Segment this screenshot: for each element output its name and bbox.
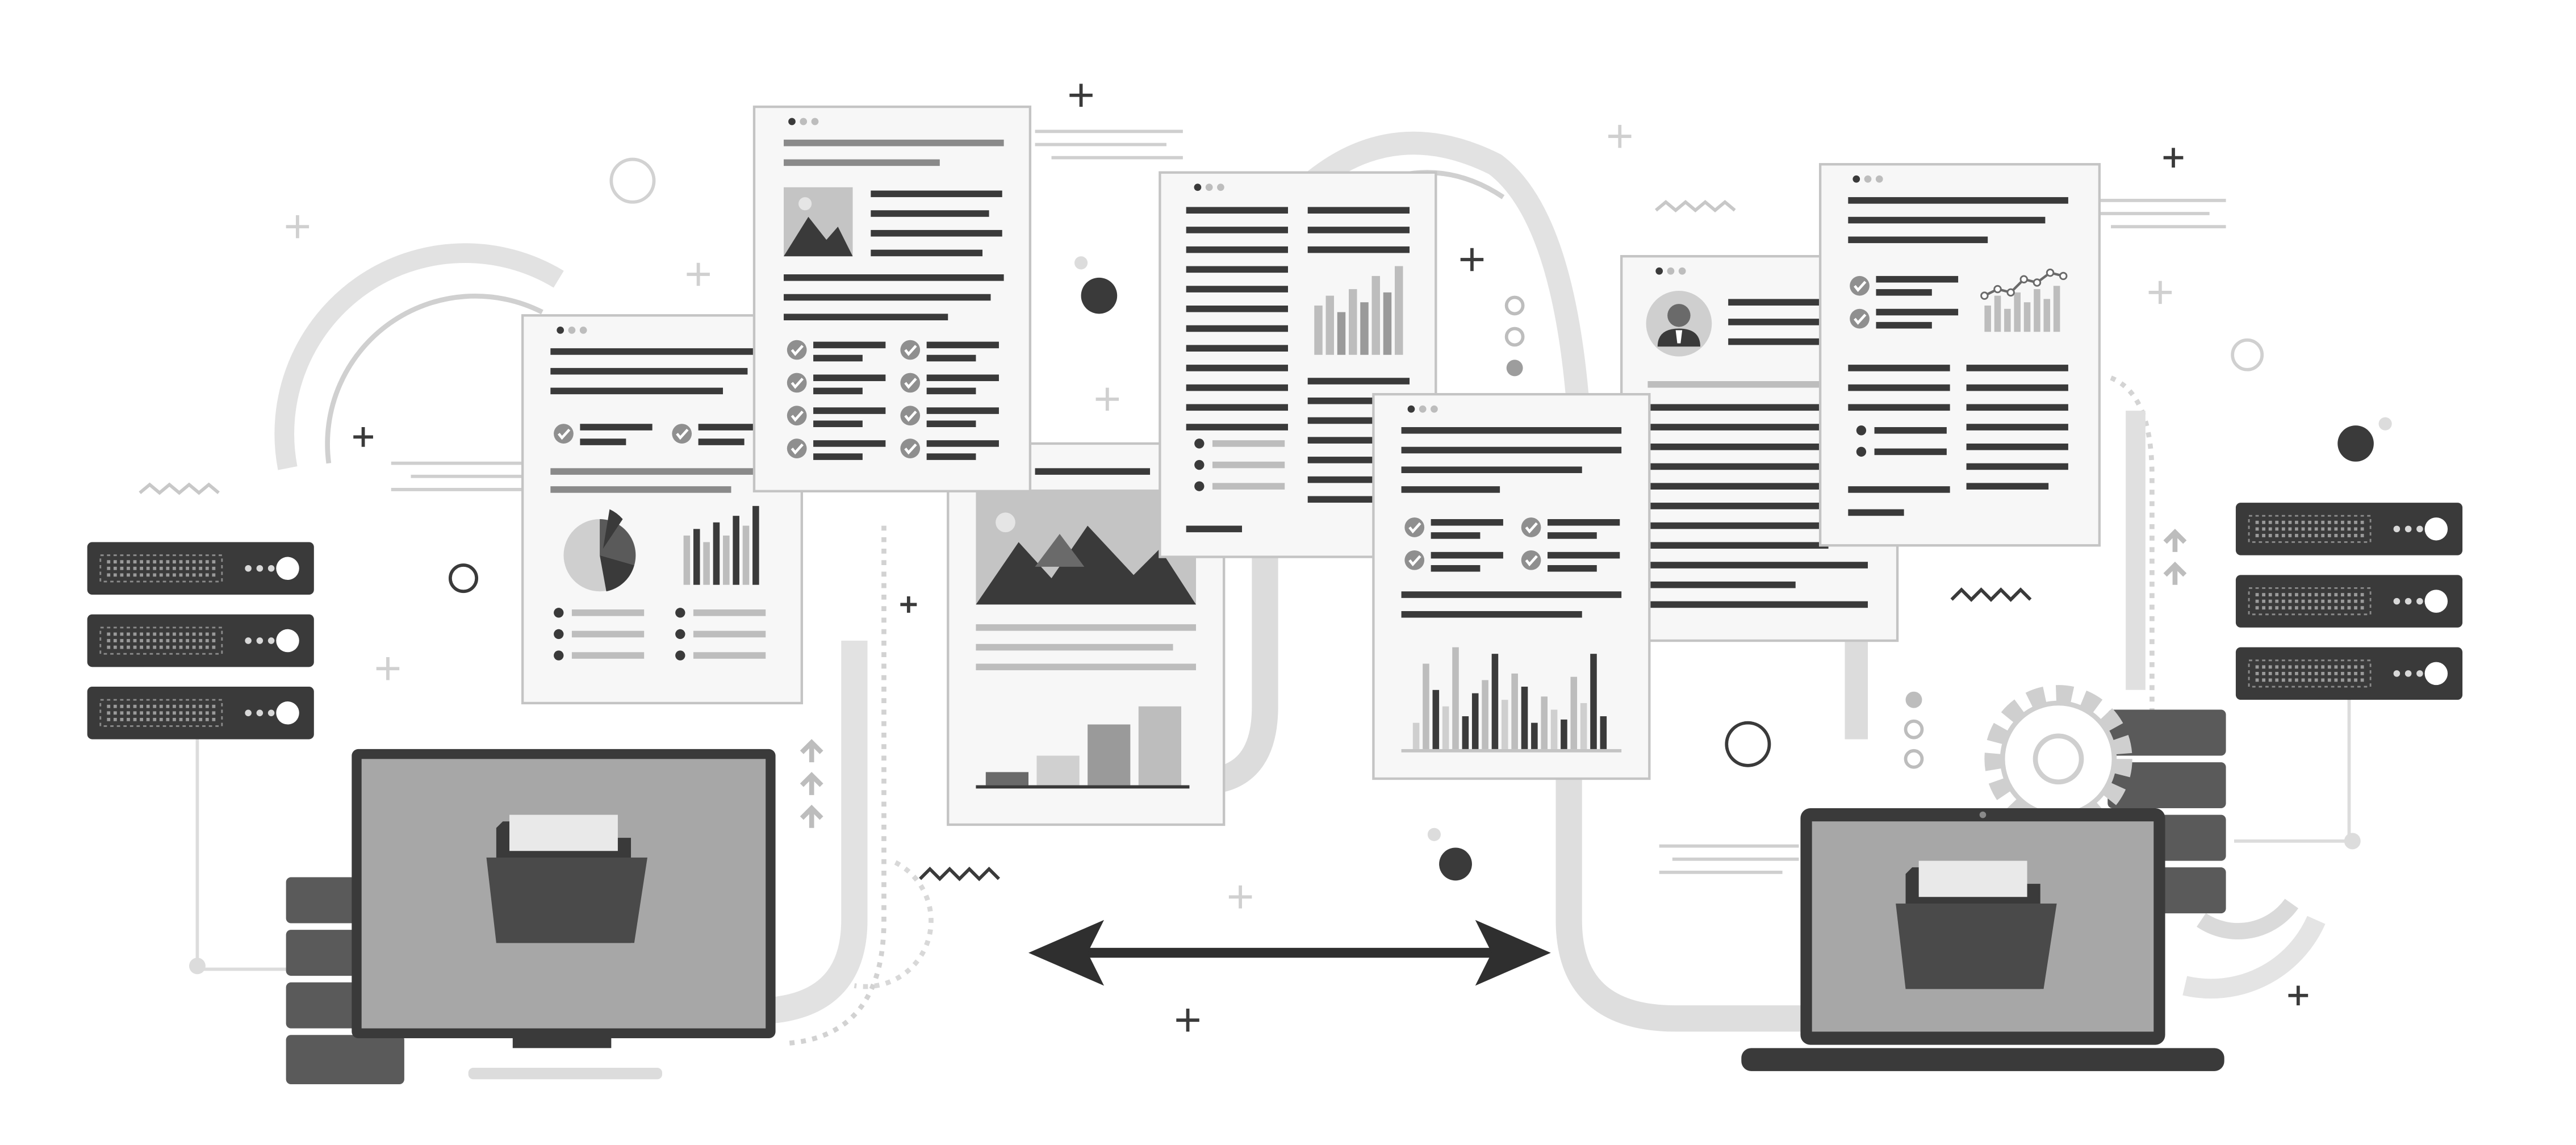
document-checklist bbox=[752, 105, 1032, 492]
desktop-monitor-icon bbox=[352, 749, 776, 1080]
double-arrow-icon bbox=[1028, 920, 1551, 986]
document-line-chart bbox=[1818, 163, 2101, 547]
server-rack-left bbox=[87, 542, 314, 739]
file-sharing-illustration bbox=[0, 83, 2576, 1084]
user-avatar-icon bbox=[1646, 290, 1712, 357]
server-rack-right bbox=[2236, 503, 2462, 700]
document-bar-chart bbox=[1372, 393, 1651, 780]
laptop-icon bbox=[1741, 808, 2224, 1071]
gear-icon bbox=[1984, 685, 2132, 833]
